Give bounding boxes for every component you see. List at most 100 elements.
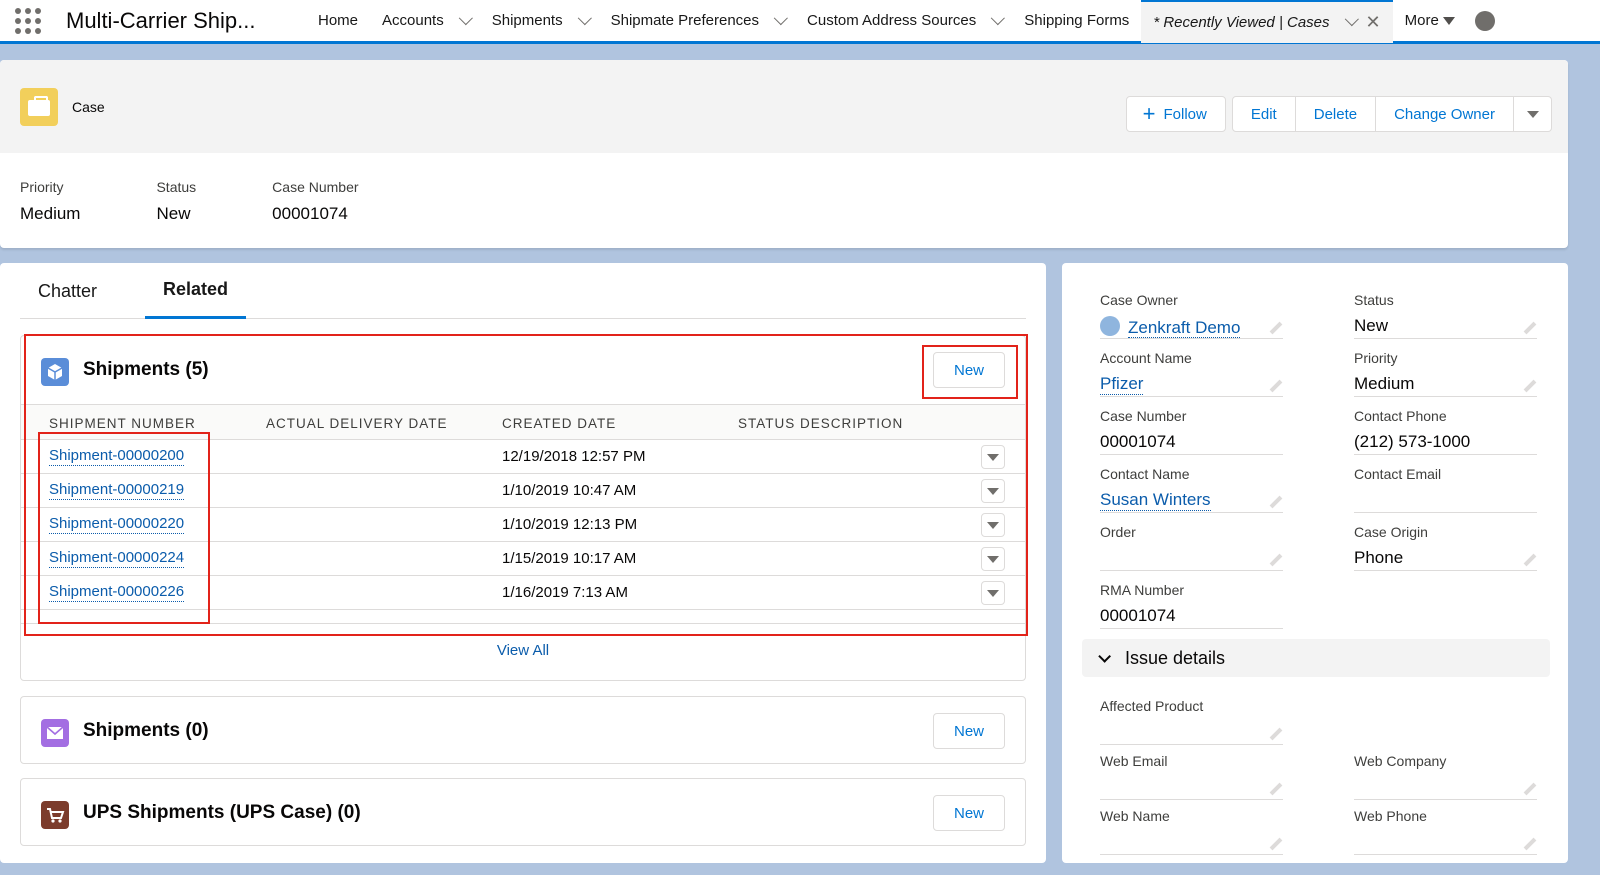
field-label: Order	[1100, 524, 1136, 540]
nav-item-shipping-forms[interactable]: Shipping Forms	[1012, 0, 1141, 41]
field-value: Medium	[1354, 374, 1415, 393]
field-label: Contact Email	[1354, 466, 1442, 482]
field-label: Case Origin	[1354, 524, 1428, 540]
app-name: Multi-Carrier Ship...	[66, 7, 256, 33]
nav-item-label: Custom Address Sources	[807, 12, 977, 29]
change-owner-button[interactable]: Change Owner	[1376, 96, 1514, 132]
field-web-phone: Web Phone	[1354, 799, 1537, 855]
app-launcher-icon[interactable]	[14, 7, 42, 35]
related-list-header: Shipments (0) New	[21, 697, 1025, 765]
chevron-down-icon[interactable]	[458, 10, 473, 25]
edit-pencil-icon[interactable]	[1523, 553, 1537, 567]
edit-pencil-icon[interactable]	[1269, 379, 1283, 393]
field-status: Status New	[1354, 283, 1537, 339]
top-navigation: Multi-Carrier Ship... Home Accounts Ship…	[0, 0, 1600, 44]
edit-pencil-icon[interactable]	[1269, 553, 1283, 567]
chevron-down-icon[interactable]	[773, 10, 788, 25]
nav-item-shipmate-preferences[interactable]: Shipmate Preferences	[599, 0, 795, 41]
record-actions: + Follow Edit Delete Change Owner	[1125, 96, 1552, 132]
object-label: Case	[72, 99, 105, 115]
field-contact-name: Contact Name Susan Winters	[1100, 457, 1283, 513]
field-value: (212) 573-1000	[1354, 432, 1471, 451]
avatar[interactable]	[1474, 10, 1495, 31]
change-owner-icon[interactable]	[1269, 321, 1283, 335]
edit-pencil-icon[interactable]	[1269, 495, 1283, 509]
contact-link[interactable]: Susan Winters	[1100, 490, 1211, 511]
edit-pencil-icon[interactable]	[1269, 782, 1283, 796]
highlight-value: 00001074	[272, 204, 348, 223]
record-header-top: Case + Follow Edit Delete Change Owner	[0, 60, 1568, 153]
edit-pencil-icon[interactable]	[1523, 379, 1537, 393]
chevron-down-icon[interactable]	[577, 10, 592, 25]
related-list-ups-shipments: UPS Shipments (UPS Case) (0) New	[20, 778, 1026, 846]
highlight-case-number: Case Number 00001074	[272, 179, 358, 224]
highlight-priority: Priority Medium	[20, 179, 80, 224]
section-title: Issue details	[1125, 647, 1226, 668]
field-priority: Priority Medium	[1354, 341, 1537, 397]
field-value: 00001074	[1100, 432, 1176, 451]
field-label: Web Phone	[1354, 808, 1427, 824]
edit-pencil-icon[interactable]	[1269, 837, 1283, 851]
field-contact-phone: Contact Phone (212) 573-1000	[1354, 399, 1537, 455]
field-contact-email: Contact Email	[1354, 457, 1537, 513]
field-value: 00001074	[1100, 606, 1176, 625]
field-case-owner: Case Owner Zenkraft Demo	[1100, 283, 1283, 339]
edit-pencil-icon[interactable]	[1269, 727, 1283, 741]
field-value: Phone	[1354, 548, 1404, 567]
delete-button[interactable]: Delete	[1295, 96, 1377, 132]
chevron-down-icon	[1098, 649, 1111, 663]
highlight-label: Case Number	[272, 179, 359, 195]
nav-item-recently-viewed-cases[interactable]: * Recently Viewed | Cases ✕	[1141, 0, 1393, 43]
new-ups-shipment-button[interactable]: New	[933, 795, 1005, 831]
edit-pencil-icon[interactable]	[1523, 782, 1537, 796]
field-label: Contact Name	[1100, 466, 1190, 482]
nav-item-home[interactable]: Home	[306, 0, 370, 41]
field-case-origin: Case Origin Phone	[1354, 515, 1537, 571]
field-label: Status	[1354, 292, 1394, 308]
chevron-down-icon[interactable]	[1344, 12, 1359, 27]
nav-item-custom-address-sources[interactable]: Custom Address Sources	[795, 0, 1012, 41]
highlight-value: Medium	[20, 204, 81, 223]
details-panel: Case Owner Zenkraft Demo Status New Acco…	[1062, 263, 1568, 863]
field-label: Case Owner	[1100, 292, 1178, 308]
highlight-box-shipment-links	[38, 432, 210, 624]
case-icon	[20, 88, 58, 126]
field-label: Priority	[1354, 350, 1398, 366]
field-label: Contact Phone	[1354, 408, 1447, 424]
field-label: Web Company	[1354, 753, 1447, 769]
edit-button[interactable]: Edit	[1231, 96, 1296, 132]
follow-button[interactable]: + Follow	[1125, 96, 1226, 132]
new-shipment-button[interactable]: New	[933, 713, 1005, 749]
issue-details-section-toggle[interactable]: Issue details	[1082, 639, 1550, 677]
tab-related[interactable]: Related	[145, 263, 247, 319]
nav-item-label: Shipping Forms	[1024, 12, 1130, 29]
plus-icon: +	[1142, 101, 1156, 126]
nav-item-accounts[interactable]: Accounts	[370, 0, 480, 41]
field-label: RMA Number	[1100, 582, 1185, 598]
edit-pencil-icon[interactable]	[1523, 837, 1537, 851]
related-list-title[interactable]: UPS Shipments (UPS Case) (0)	[83, 802, 361, 824]
account-link[interactable]: Pfizer	[1100, 374, 1144, 395]
highlight-box-new-button	[922, 345, 1018, 399]
nav-item-label: * Recently Viewed | Cases	[1153, 13, 1330, 31]
chevron-down-icon[interactable]	[991, 10, 1006, 25]
field-web-name: Web Name	[1100, 799, 1283, 855]
highlight-value: New	[156, 204, 191, 223]
caret-down-icon	[1526, 110, 1539, 118]
related-list-header: UPS Shipments (UPS Case) (0) New	[21, 779, 1025, 847]
cart-icon	[41, 801, 69, 829]
field-label: Web Name	[1100, 808, 1170, 824]
nav-item-label: Shipments	[491, 12, 563, 29]
tab-chatter[interactable]: Chatter	[20, 263, 115, 319]
case-owner-link[interactable]: Zenkraft Demo	[1128, 318, 1241, 338]
close-icon[interactable]: ✕	[1366, 12, 1381, 33]
nav-more-button[interactable]: More	[1393, 0, 1467, 41]
field-label: Case Number	[1100, 408, 1187, 424]
related-list-title[interactable]: Shipments (0)	[83, 720, 209, 742]
edit-pencil-icon[interactable]	[1523, 321, 1537, 335]
field-value: New	[1354, 316, 1389, 335]
field-case-number: Case Number 00001074	[1100, 399, 1283, 455]
field-value: Zenkraft Demo	[1100, 316, 1241, 338]
nav-item-shipments[interactable]: Shipments	[480, 0, 599, 41]
more-actions-button[interactable]	[1514, 96, 1552, 132]
